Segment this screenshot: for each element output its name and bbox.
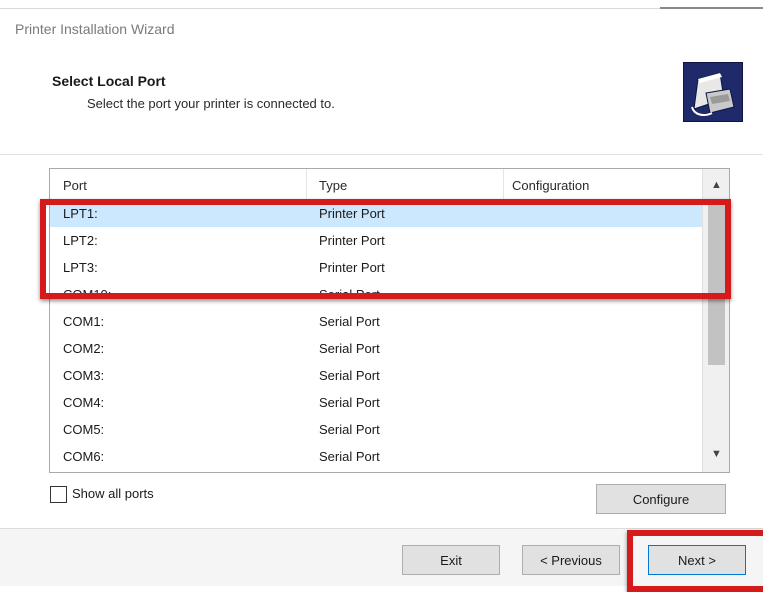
column-header-type[interactable]: Type [319,178,347,193]
port-list[interactable]: Port Type Configuration LPT1: Printer Po… [49,168,730,473]
list-body: LPT1: Printer Port LPT2: Printer Port LP… [50,202,702,472]
port-cell: COM5: [63,422,105,437]
port-cell: COM3: [63,368,105,383]
header-divider [0,154,763,155]
page-subtitle: Select the port your printer is connecte… [87,96,335,111]
table-row[interactable]: COM3: Serial Port [50,364,702,389]
type-cell: Serial Port [319,341,380,356]
top-border-accent [660,7,763,9]
table-row[interactable]: COM5: Serial Port [50,418,702,443]
show-all-ports-label[interactable]: Show all ports [72,486,154,501]
port-cell: COM10: [63,287,112,302]
exit-button[interactable]: Exit [402,545,500,575]
type-cell: Serial Port [319,314,380,329]
table-row[interactable]: COM1: Serial Port [50,310,702,335]
previous-button[interactable]: < Previous [522,545,620,575]
column-divider [503,169,504,201]
printer-icon [683,62,743,122]
type-cell: Printer Port [319,233,385,248]
type-cell: Serial Port [319,449,380,464]
type-cell: Serial Port [319,287,380,302]
next-button[interactable]: Next > [648,545,746,575]
show-all-ports-checkbox[interactable] [50,486,67,503]
page-title: Select Local Port [52,73,166,89]
scroll-up-arrow-icon[interactable]: ▲ [703,173,729,197]
scrollbar-thumb[interactable] [708,201,725,365]
column-header-port[interactable]: Port [63,178,87,193]
port-cell: LPT1: [63,206,98,221]
port-cell: COM6: [63,449,105,464]
table-row[interactable]: COM2: Serial Port [50,337,702,362]
port-cell: LPT2: [63,233,98,248]
window-title: Printer Installation Wizard [15,21,175,37]
table-row[interactable]: LPT3: Printer Port [50,256,702,281]
type-cell: Printer Port [319,260,385,275]
column-divider [306,169,307,201]
list-header: Port Type Configuration [50,169,702,202]
table-row[interactable]: LPT2: Printer Port [50,229,702,254]
table-row[interactable]: COM4: Serial Port [50,391,702,416]
table-row[interactable]: COM10: Serial Port [50,283,702,308]
scroll-down-arrow-icon[interactable]: ▼ [703,442,729,466]
port-cell: COM2: [63,341,105,356]
port-cell: COM4: [63,395,105,410]
table-row[interactable]: LPT1: Printer Port [50,202,702,227]
configure-button[interactable]: Configure [596,484,726,514]
top-border [0,8,763,9]
type-cell: Serial Port [319,395,380,410]
vertical-scrollbar[interactable]: ▲ ▼ [702,169,729,472]
type-cell: Serial Port [319,422,380,437]
type-cell: Printer Port [319,206,385,221]
port-cell: COM1: [63,314,105,329]
table-row[interactable]: COM6: Serial Port [50,445,702,470]
type-cell: Serial Port [319,368,380,383]
port-cell: LPT3: [63,260,98,275]
column-header-configuration[interactable]: Configuration [512,178,589,193]
